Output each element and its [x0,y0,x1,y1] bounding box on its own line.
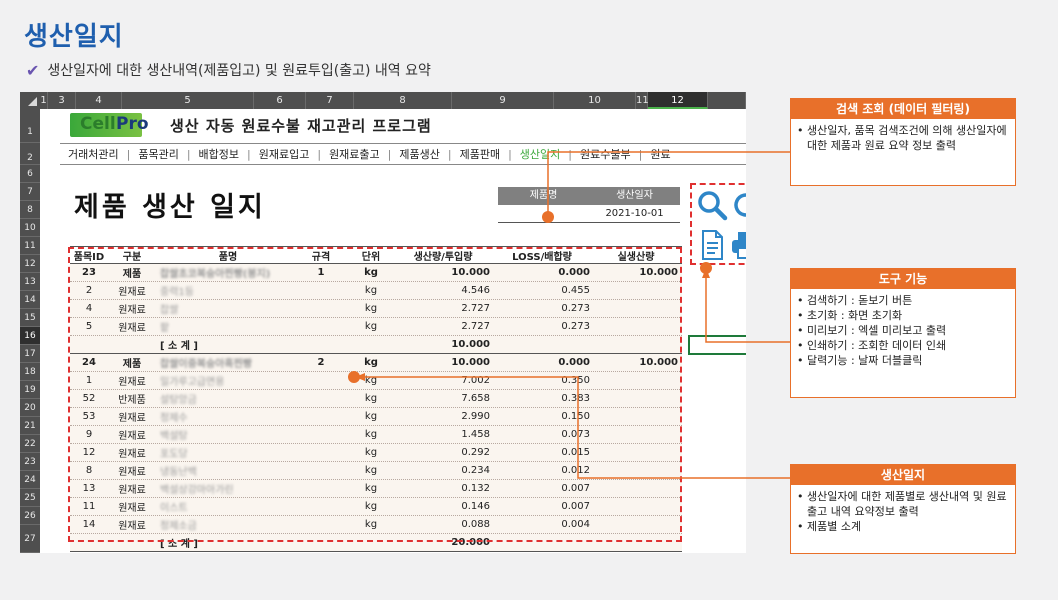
callout-search-item: 생산일자, 품목 검색조건에 의해 생산일자에 대한 제품과 원료 요약 정보 … [797,123,1009,153]
callout-tools-item: 미리보기 : 엑셀 미리보고 출력 [797,323,1009,338]
filter-date-value[interactable]: 2021-10-01 [589,205,680,222]
nav-material-out[interactable]: 원재료출고 [321,146,388,162]
row-header[interactable]: 6 [20,165,40,183]
col-header[interactable]: 4 [76,92,122,109]
spreadsheet: 1 3 4 5 6 7 8 9 10 11 12 1 2 6 7 8 10 11… [20,92,746,553]
row-header[interactable]: 17 [20,345,40,363]
row-header[interactable]: 19 [20,381,40,399]
cellpro-logo: Cell Pro [70,113,149,137]
col-header[interactable]: 10 [554,92,636,109]
menu-navbar: 거래처관리 | 품목관리 | 배합정보 | 원재료입고 | 원재료출고 | 제품생산 | 제… [60,143,746,165]
journal-highlight-box [68,247,682,542]
nav-sales[interactable]: 제품판매 [452,146,508,162]
subtitle-text: 생산일자에 대한 생산내역(제품입고) 및 원료투입(출고) 내역 요약 [47,63,431,79]
nav-more[interactable]: 원료 [642,146,678,162]
col-header[interactable]: 3 [48,92,76,109]
row-header[interactable]: 10 [20,219,40,237]
col-header[interactable]: 8 [354,92,452,109]
row-header[interactable]: 12 [20,255,40,273]
callout-journal-item: 생산일자에 대한 제품별로 생산내역 및 원료 출고 내역 요약정보 출력 [797,489,1009,519]
row-header[interactable]: 27 [20,525,40,553]
printer-icon[interactable] [730,229,746,261]
nav-recipe[interactable]: 배합정보 [191,146,247,162]
row-header[interactable]: 7 [20,183,40,201]
logo-text-pro: Pro [116,114,149,134]
nav-client[interactable]: 거래처관리 [60,146,127,162]
marker-dot [542,211,554,223]
search-icon[interactable] [696,189,728,221]
callout-tools-item: 인쇄하기 : 조회한 데이터 인쇄 [797,338,1009,353]
row-header[interactable]: 2 [20,143,40,165]
row-header[interactable]: 8 [20,201,40,219]
row-header[interactable]: 11 [20,237,40,255]
row-header[interactable]: 20 [20,399,40,417]
callout-journal-item: 제품별 소계 [797,519,1009,534]
row-header[interactable]: 21 [20,417,40,435]
row-header[interactable]: 23 [20,453,40,471]
filter-date-label: 생산일자 [616,190,653,201]
app-title: 생산 자동 원료수불 재고관리 프로그램 [170,117,432,135]
logo-text-cell: Cell [80,114,116,134]
page-subtitle: ✔ 생산일자에 대한 생산내역(제품입고) 및 원료투입(출고) 내역 요약 [26,60,431,80]
row-header[interactable]: 22 [20,435,40,453]
row-header[interactable]: 13 [20,273,40,291]
nav-production[interactable]: 제품생산 [391,146,447,162]
col-header[interactable]: 11 [636,92,649,109]
select-all-corner[interactable] [20,92,40,109]
row-header[interactable]: 1 [20,109,40,143]
marker-dot [700,262,712,274]
column-headers: 1 3 4 5 6 7 8 9 10 11 12 [20,92,746,109]
row-header[interactable]: 26 [20,507,40,525]
document-icon[interactable] [696,229,728,261]
sheet-title: 제품 생산 일지 [74,192,266,223]
row-header[interactable]: 18 [20,363,40,381]
callout-search-title: 검색 조회 (데이터 필터링) [791,99,1015,119]
callout-tools-title: 도구 기능 [791,269,1015,289]
callout-tools-item: 달력기능 : 날짜 더블클릭 [797,353,1009,368]
col-header[interactable]: 5 [122,92,254,109]
row-header[interactable]: 15 [20,309,40,327]
row-header[interactable]: 24 [20,471,40,489]
col-header[interactable]: 7 [306,92,354,109]
page-title: 생산일지 [24,22,124,52]
nav-ledger[interactable]: 원료수불부 [572,146,639,162]
col-header-selected[interactable]: 12 [648,92,708,109]
sheet-content: Cell Pro 생산 자동 원료수불 재고관리 프로그램 거래처관리 | 품목관… [40,109,746,553]
row-headers: 1 2 6 7 8 10 11 12 13 14 15 16 17 18 19 … [20,109,40,553]
nav-material-in[interactable]: 원재료입고 [251,146,318,162]
row-header-selected[interactable]: 16 [20,327,40,345]
checkmark-icon: ✔ [26,60,40,80]
callout-tools-item: 검색하기 : 돋보기 버튼 [797,293,1009,308]
callout-tools-item: 초기화 : 화면 초기화 [797,308,1009,323]
selected-cell[interactable] [688,335,746,355]
col-header[interactable]: 1 [40,92,48,109]
callout-tools: 도구 기능 검색하기 : 돋보기 버튼 초기화 : 화면 초기화 미리보기 : … [790,268,1016,398]
marker-dot [348,371,360,383]
callout-search: 검색 조회 (데이터 필터링) 생산일자, 품목 검색조건에 의해 생산일자에 … [790,98,1016,186]
row-header[interactable]: 25 [20,489,40,507]
search-filter-box: 제품명 생산일자 2021-10-01 [498,187,680,223]
callout-journal-title: 생산일지 [791,465,1015,485]
col-header[interactable]: 9 [452,92,554,109]
nav-journal[interactable]: 생산일지 [512,146,568,162]
col-header[interactable] [708,92,746,109]
nav-items[interactable]: 품목관리 [130,146,186,162]
tools-highlight-box [690,183,746,265]
filter-product-label: 제품명 [529,190,558,201]
col-header[interactable]: 6 [254,92,306,109]
row-header[interactable]: 14 [20,291,40,309]
callout-journal: 생산일지 생산일자에 대한 제품별로 생산내역 및 원료 출고 내역 요약정보 … [790,464,1016,554]
refresh-icon[interactable] [730,189,746,221]
